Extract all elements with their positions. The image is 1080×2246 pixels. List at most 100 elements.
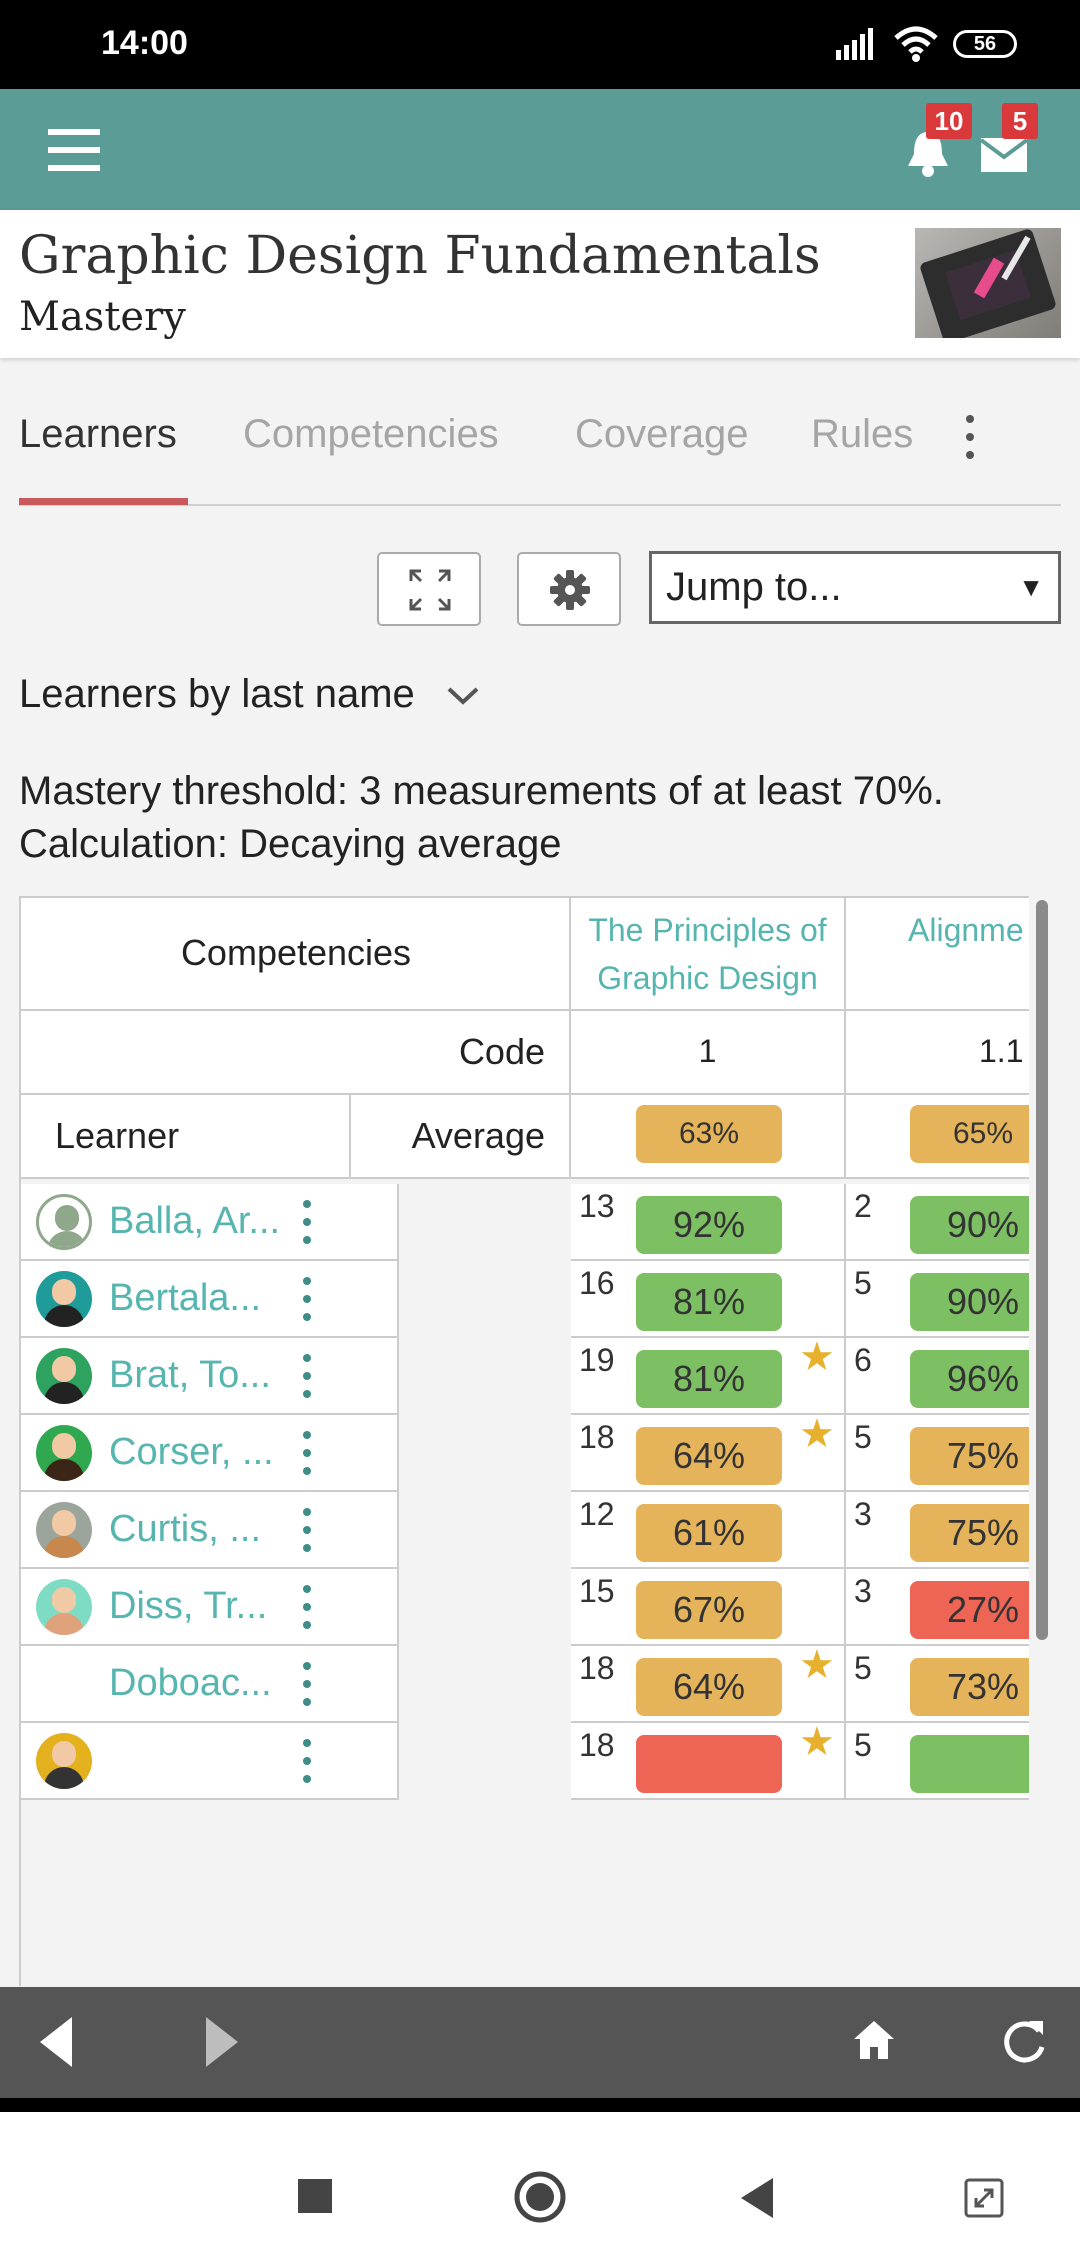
table-scrollbar[interactable] bbox=[1036, 900, 1048, 1640]
mastery-badge[interactable]: 81% bbox=[636, 1273, 782, 1331]
learner-menu-icon[interactable] bbox=[300, 1662, 314, 1708]
competency-1-cell: 18 64% ★ bbox=[571, 1643, 846, 1723]
learner-name-link[interactable]: Balla, Ar... bbox=[109, 1200, 280, 1243]
mastery-badge[interactable]: 90% bbox=[910, 1273, 1029, 1331]
menu-icon[interactable] bbox=[48, 129, 100, 171]
competency-title-2[interactable]: Alignme bbox=[908, 906, 1024, 954]
learner-name-link[interactable]: Doboac... bbox=[109, 1662, 272, 1705]
more-tabs-icon[interactable] bbox=[963, 415, 977, 461]
sort-label: Learners by last name bbox=[19, 672, 415, 716]
star-icon: ★ bbox=[799, 1335, 835, 1379]
forward-arrow-icon[interactable] bbox=[204, 2017, 238, 2067]
system-back-icon[interactable] bbox=[741, 2178, 775, 2218]
mastery-badge[interactable]: 92% bbox=[636, 1196, 782, 1254]
learner-name-cell: Corser, ... bbox=[19, 1415, 399, 1492]
home-icon[interactable] bbox=[852, 2019, 896, 2061]
measurement-count: 15 bbox=[579, 1573, 615, 1609]
mastery-badge[interactable]: 81% bbox=[636, 1350, 782, 1408]
learner-name-cell: Bertala... bbox=[19, 1261, 399, 1338]
competency-title-1[interactable]: The Principles of Graphic Design bbox=[581, 906, 834, 1002]
mastery-badge[interactable]: 61% bbox=[636, 1504, 782, 1562]
learner-menu-icon[interactable] bbox=[300, 1585, 314, 1631]
mastery-badge[interactable] bbox=[636, 1735, 782, 1793]
settings-button[interactable] bbox=[517, 552, 621, 626]
learner-menu-icon[interactable] bbox=[300, 1431, 314, 1477]
learner-menu-icon[interactable] bbox=[300, 1739, 314, 1785]
browser-nav-bar bbox=[0, 1987, 1080, 2098]
mastery-badge[interactable]: 75% bbox=[910, 1504, 1029, 1562]
divider-strip bbox=[0, 2098, 1080, 2112]
competencies-header-cell: Competencies bbox=[19, 896, 571, 1011]
code-header-cell: Code bbox=[19, 1011, 571, 1095]
sort-dropdown[interactable]: Learners by last name bbox=[19, 672, 480, 717]
mastery-badge[interactable]: 64% bbox=[636, 1658, 782, 1716]
mastery-table: Competencies The Principles of Graphic D… bbox=[19, 896, 1029, 1986]
competency-1-cell: 12 61% bbox=[571, 1492, 846, 1569]
learner-menu-icon[interactable] bbox=[300, 1354, 314, 1400]
average-badge-1: 63% bbox=[636, 1105, 782, 1163]
recents-icon[interactable] bbox=[298, 2179, 332, 2213]
back-arrow-icon[interactable] bbox=[40, 2017, 74, 2067]
refresh-icon[interactable] bbox=[999, 2017, 1049, 2067]
competency-code-2: 1.1 bbox=[979, 1033, 1024, 1069]
learner-menu-icon[interactable] bbox=[300, 1200, 314, 1246]
expand-button[interactable] bbox=[377, 552, 481, 626]
mastery-badge[interactable]: 73% bbox=[910, 1658, 1029, 1716]
learner-name-link[interactable]: Diss, Tr... bbox=[109, 1585, 267, 1628]
competency-header-2[interactable]: Alignme bbox=[846, 896, 1029, 1011]
mastery-badge[interactable]: 64% bbox=[636, 1427, 782, 1485]
measurement-count: 16 bbox=[579, 1265, 615, 1301]
jump-to-select[interactable]: Jump to... ▼ bbox=[649, 551, 1061, 624]
competency-1-cell: 13 92% bbox=[571, 1184, 846, 1261]
measurement-count: 12 bbox=[579, 1496, 615, 1532]
learner-name-link[interactable]: Bertala... bbox=[109, 1277, 261, 1320]
home-circle-icon[interactable] bbox=[513, 2170, 567, 2224]
status-bar: 14:00 56 bbox=[0, 0, 1080, 89]
learner-name-link[interactable]: Corser, ... bbox=[109, 1431, 274, 1474]
measurement-count: 18 bbox=[579, 1727, 615, 1763]
competency-1-cell: 16 81% bbox=[571, 1261, 846, 1338]
gear-icon bbox=[550, 570, 590, 610]
mail-icon[interactable] bbox=[980, 137, 1028, 173]
course-header: Graphic Design Fundamentals Mastery bbox=[0, 210, 1080, 358]
expand-icon bbox=[409, 569, 451, 611]
average-cell-2: 65% bbox=[846, 1095, 1029, 1179]
competencies-header: Competencies bbox=[180, 932, 412, 973]
tab-coverage[interactable]: Coverage bbox=[575, 412, 748, 457]
screen-rotate-icon[interactable] bbox=[964, 2178, 1004, 2218]
mastery-badge[interactable]: 96% bbox=[910, 1350, 1029, 1408]
code-cell-1: 1 bbox=[571, 1011, 846, 1095]
messages-badge: 5 bbox=[1002, 103, 1038, 139]
avatar bbox=[36, 1425, 92, 1481]
competency-header-1[interactable]: The Principles of Graphic Design bbox=[571, 896, 846, 1011]
learner-name-cell: Diss, Tr... bbox=[19, 1569, 399, 1646]
competency-2-cell: 5 90% bbox=[846, 1261, 1029, 1338]
average-header-cell: Average bbox=[351, 1095, 571, 1179]
tab-rules[interactable]: Rules bbox=[811, 412, 913, 457]
avatar bbox=[36, 1579, 92, 1635]
jump-to-value: Jump to... bbox=[666, 565, 842, 609]
mastery-badge[interactable] bbox=[910, 1735, 1029, 1793]
learner-menu-icon[interactable] bbox=[300, 1277, 314, 1323]
mastery-badge[interactable]: 90% bbox=[910, 1196, 1029, 1254]
mastery-badge[interactable]: 75% bbox=[910, 1427, 1029, 1485]
mastery-badge[interactable]: 27% bbox=[910, 1581, 1029, 1639]
learner-name-link[interactable]: Brat, To... bbox=[109, 1354, 271, 1397]
mastery-threshold-text: Mastery threshold: 3 measurements of at … bbox=[19, 769, 944, 813]
learner-menu-icon[interactable] bbox=[300, 1508, 314, 1554]
code-header: Code bbox=[458, 1031, 545, 1072]
tab-learners[interactable]: Learners bbox=[19, 412, 177, 457]
tab-competencies[interactable]: Competencies bbox=[243, 412, 499, 457]
dropdown-arrow-icon: ▼ bbox=[1018, 572, 1044, 602]
competency-1-cell: 15 67% bbox=[571, 1569, 846, 1646]
learner-name-link[interactable]: Curtis, ... bbox=[109, 1508, 261, 1551]
signal-icon bbox=[836, 28, 873, 60]
measurement-count: 18 bbox=[579, 1650, 615, 1686]
learner-header: Learner bbox=[55, 1115, 180, 1156]
measurement-count: 18 bbox=[579, 1419, 615, 1455]
avatar bbox=[36, 1271, 92, 1327]
wifi-icon bbox=[894, 26, 938, 62]
mastery-badge[interactable]: 67% bbox=[636, 1581, 782, 1639]
page-subtitle: Mastery bbox=[19, 294, 186, 340]
avatar bbox=[36, 1733, 92, 1789]
